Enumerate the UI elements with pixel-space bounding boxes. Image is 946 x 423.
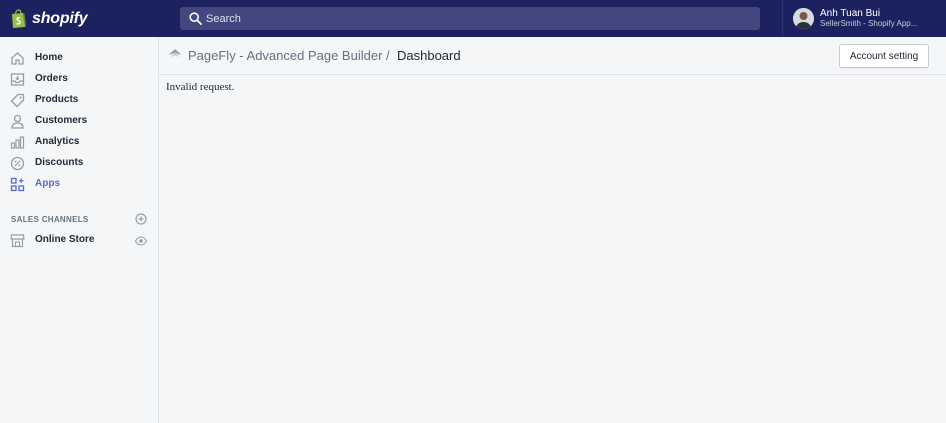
user-menu[interactable]: Anh Tuan Bui SellerSmith - Shopify App..… xyxy=(782,0,946,37)
person-icon xyxy=(11,114,24,129)
sidebar-item-analytics[interactable]: Analytics xyxy=(0,132,158,153)
avatar-image xyxy=(793,8,814,29)
page-title: Dashboard xyxy=(397,48,461,63)
sidebar-item-apps[interactable]: Apps xyxy=(0,174,158,195)
user-name: Anh Tuan Bui xyxy=(820,8,881,19)
sidebar-item-label: Analytics xyxy=(35,136,80,147)
pagefly-app-icon xyxy=(168,49,182,57)
breadcrumb-separator: / xyxy=(386,48,390,63)
shopify-bag-icon xyxy=(12,8,26,28)
bar-chart-icon xyxy=(10,136,25,149)
shopify-logo[interactable]: shopify xyxy=(10,8,88,29)
avatar xyxy=(793,8,814,29)
eye-icon[interactable] xyxy=(135,235,147,247)
breadcrumb-app-link[interactable]: PageFly - Advanced Page Builder xyxy=(188,48,382,63)
sidebar-item-discounts[interactable]: Discounts xyxy=(0,153,158,174)
sidebar-item-customers[interactable]: Customers xyxy=(0,111,158,132)
tag-icon xyxy=(10,93,25,108)
search-input[interactable] xyxy=(206,7,746,30)
error-message: Invalid request. xyxy=(166,81,235,93)
discount-icon xyxy=(10,156,25,171)
sales-channels-heading: SALES CHANNELS xyxy=(11,215,89,224)
sidebar-item-label: Home xyxy=(35,52,63,63)
page-header: PageFly - Advanced Page Builder / Dashbo… xyxy=(159,37,946,75)
store-icon xyxy=(10,234,25,248)
top-bar: shopify Anh Tuan Bui SellerSmith - Shopi… xyxy=(0,0,946,37)
apps-icon xyxy=(10,177,25,192)
search-bar[interactable] xyxy=(180,7,760,30)
orders-icon xyxy=(10,73,25,86)
sidebar-item-label: Orders xyxy=(35,73,68,84)
home-icon xyxy=(11,52,24,65)
add-channel-icon[interactable] xyxy=(135,213,147,225)
sidebar-item-products[interactable]: Products xyxy=(0,90,158,111)
sidebar-item-label: Apps xyxy=(35,178,60,189)
sidebar-item-label: Discounts xyxy=(35,157,84,168)
search-icon xyxy=(189,12,202,25)
sidebar-item-label: Products xyxy=(35,94,79,105)
sidebar-item-home[interactable]: Home xyxy=(0,48,158,69)
logo-text: shopify xyxy=(32,9,88,27)
sidebar-item-orders[interactable]: Orders xyxy=(0,69,158,90)
sidebar-item-label: Online Store xyxy=(35,234,95,245)
sidebar: Home Orders Products Customers Analytics xyxy=(0,37,159,423)
user-store-name: SellerSmith - Shopify App... xyxy=(820,19,918,28)
account-setting-button[interactable]: Account setting xyxy=(839,44,929,68)
sidebar-item-label: Customers xyxy=(35,115,88,126)
